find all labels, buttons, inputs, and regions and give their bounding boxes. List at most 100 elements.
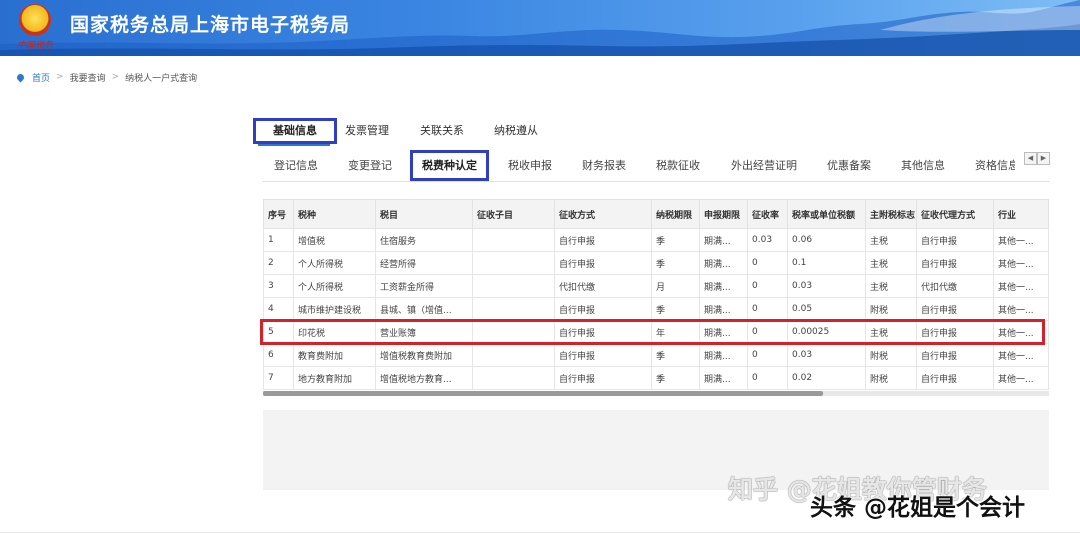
cell-collection-rate: 0 <box>747 343 788 367</box>
cell-tax-item: 住宿服务 <box>375 228 473 252</box>
col-header-tax-type: 税种 <box>293 199 376 229</box>
cell-index: 6 <box>263 343 294 367</box>
cell-tax-item: 增值税教育费附加 <box>375 343 473 367</box>
table-row[interactable]: 5 印花税 营业账簿 自行申报年期满... 0 0.00025 主税 自行申报 其他一... <box>263 320 1049 344</box>
cell-filing-deadline: 期满... <box>699 366 748 390</box>
cell-collection-method: 自行申报 <box>554 343 652 367</box>
tab-tax-compliance[interactable]: 纳税遵从 <box>494 118 538 144</box>
cell-tax-rate: 0.00025 <box>787 320 866 344</box>
cell-index: 1 <box>263 228 294 252</box>
cell-tax-type: 个人所得税 <box>293 251 376 275</box>
table-row[interactable]: 4 城市维护建设税 县城、镇（增值... 自行申报季期满... 0 0.05 附税 自行申报其… <box>263 297 1049 321</box>
breadcrumb-separator: > <box>111 72 120 82</box>
cell-sub-item <box>472 251 555 275</box>
subtab-prev-arrow-icon[interactable]: ◀ <box>1024 152 1037 165</box>
cell-tax-period: 季 <box>651 228 700 252</box>
col-header-agent-method: 征收代理方式 <box>916 199 994 229</box>
toutiao-watermark: 头条 @花姐是个会计 <box>810 495 1026 521</box>
table-row[interactable]: 1 增值税 住宿服务 自行申报季期满... 0.03 0.06 主税 自行申报 其他一... <box>263 228 1049 252</box>
cell-tax-rate: 0.1 <box>787 251 866 275</box>
subtab-tax-collection[interactable]: 税款征收 <box>656 150 700 181</box>
col-header-main-attached-flag: 主附税标志 <box>865 199 917 229</box>
cell-collection-rate: 0 <box>747 297 788 321</box>
col-header-sub-item: 征收子目 <box>472 199 555 229</box>
subtab-tax-declaration[interactable]: 税收申报 <box>508 150 552 181</box>
tab-related-parties[interactable]: 关联关系 <box>420 118 464 144</box>
cell-sub-item <box>472 274 555 298</box>
cell-tax-type: 教育费附加 <box>293 343 376 367</box>
cell-tax-rate: 0.02 <box>787 366 866 390</box>
tab-basic-info[interactable]: 基础信息 <box>253 118 337 144</box>
cell-tax-period: 季 <box>651 366 700 390</box>
cell-collection-rate: 0 <box>747 366 788 390</box>
cell-tax-item: 营业账簿 <box>375 320 473 344</box>
cell-collection-rate: 0 <box>747 251 788 275</box>
cell-collection-method: 自行申报 <box>554 366 652 390</box>
table-header-row: 序号 税种 税目 征收子目 征收方式 纳税期限 申报期限 征收率 税率或单位税额… <box>263 199 1049 229</box>
table-row[interactable]: 2 个人所得税 经营所得 自行申报季期满... 0 0.1 主税 自行申报 其他一... <box>263 251 1049 275</box>
cell-main-attached-flag: 主税 <box>865 251 917 275</box>
col-header-tax-item: 税目 <box>375 199 473 229</box>
cell-main-attached-flag: 主税 <box>865 320 917 344</box>
cell-collection-rate: 0 <box>747 320 788 344</box>
cell-index: 2 <box>263 251 294 275</box>
table-row[interactable]: 7 地方教育附加 增值税地方教育... 自行申报季期满... 0 0.02 附税 自行申报 其他… <box>263 366 1049 390</box>
cell-main-attached-flag: 附税 <box>865 366 917 390</box>
cell-industry: 其他一... <box>993 297 1049 321</box>
cell-filing-deadline: 期满... <box>699 228 748 252</box>
cell-sub-item <box>472 228 555 252</box>
breadcrumb-home-link[interactable]: 首页 <box>32 71 50 84</box>
subtab-other-info[interactable]: 其他信息 <box>901 150 945 181</box>
cell-tax-item: 经营所得 <box>375 251 473 275</box>
horizontal-scrollbar[interactable] <box>263 391 1049 396</box>
cell-agent-method: 自行申报 <box>916 366 994 390</box>
cell-agent-method: 自行申报 <box>916 320 994 344</box>
col-header-collection-rate: 征收率 <box>747 199 788 229</box>
cell-collection-rate: 0 <box>747 274 788 298</box>
breadcrumb-item-query[interactable]: 我要查询 <box>70 71 106 84</box>
cell-tax-item: 县城、镇（增值... <box>375 297 473 321</box>
emblem-seal-icon <box>19 4 51 36</box>
cell-tax-type: 增值税 <box>293 228 376 252</box>
cell-collection-method: 自行申报 <box>554 320 652 344</box>
cell-main-attached-flag: 主税 <box>865 228 917 252</box>
tax-emblem-logo: 中国税务 <box>12 4 58 52</box>
cell-main-attached-flag: 主税 <box>865 274 917 298</box>
table-body: 1 增值税 住宿服务 自行申报季期满... 0.03 0.06 主税 自行申报 其他一... 2 个… <box>263 228 1049 390</box>
cell-sub-item <box>472 320 555 344</box>
cell-tax-rate: 0.03 <box>787 274 866 298</box>
cell-industry: 其他一... <box>993 343 1049 367</box>
cell-sub-item <box>472 343 555 367</box>
cell-tax-period: 季 <box>651 343 700 367</box>
cell-industry: 其他一... <box>993 320 1049 344</box>
emblem-text: 中国税务 <box>16 41 53 51</box>
subtab-outbound-business-certificate[interactable]: 外出经营证明 <box>731 150 797 181</box>
subtab-registration-info[interactable]: 登记信息 <box>274 150 318 181</box>
cell-industry: 其他一... <box>993 251 1049 275</box>
table-row[interactable]: 6 教育费附加 增值税教育费附加 自行申报季期满... 0 0.03 附税 自行申报 其他一..… <box>263 343 1049 367</box>
cell-industry: 其他一... <box>993 366 1049 390</box>
cell-filing-deadline: 期满... <box>699 343 748 367</box>
cell-agent-method: 自行申报 <box>916 343 994 367</box>
cell-collection-method: 自行申报 <box>554 251 652 275</box>
cell-industry: 其他一... <box>993 228 1049 252</box>
cell-index: 4 <box>263 297 294 321</box>
subtab-next-arrow-icon[interactable]: ▶ <box>1037 152 1050 165</box>
cell-filing-deadline: 期满... <box>699 251 748 275</box>
cell-tax-rate: 0.05 <box>787 297 866 321</box>
scrollbar-thumb[interactable] <box>263 391 823 396</box>
subtab-preferential-filing[interactable]: 优惠备案 <box>827 150 871 181</box>
cell-filing-deadline: 期满... <box>699 320 748 344</box>
subtab-change-registration[interactable]: 变更登记 <box>348 150 392 181</box>
cell-tax-type: 城市维护建设税 <box>293 297 376 321</box>
subtab-tax-type-recognition[interactable]: 税费种认定 <box>410 150 489 181</box>
cell-agent-method: 代扣代缴 <box>916 274 994 298</box>
col-header-collection-method: 征收方式 <box>554 199 652 229</box>
tab-invoice-management[interactable]: 发票管理 <box>345 118 389 144</box>
cell-filing-deadline: 期满... <box>699 297 748 321</box>
table-row[interactable]: 3 个人所得税 工资薪金所得 代扣代缴月期满... 0 0.03 主税 代扣代缴 其他一... <box>263 274 1049 298</box>
subtab-financial-statements[interactable]: 财务报表 <box>582 150 626 181</box>
cell-main-attached-flag: 附税 <box>865 343 917 367</box>
subtab-qualification-info[interactable]: 资格信息 <box>975 150 1015 181</box>
cell-tax-rate: 0.03 <box>787 343 866 367</box>
